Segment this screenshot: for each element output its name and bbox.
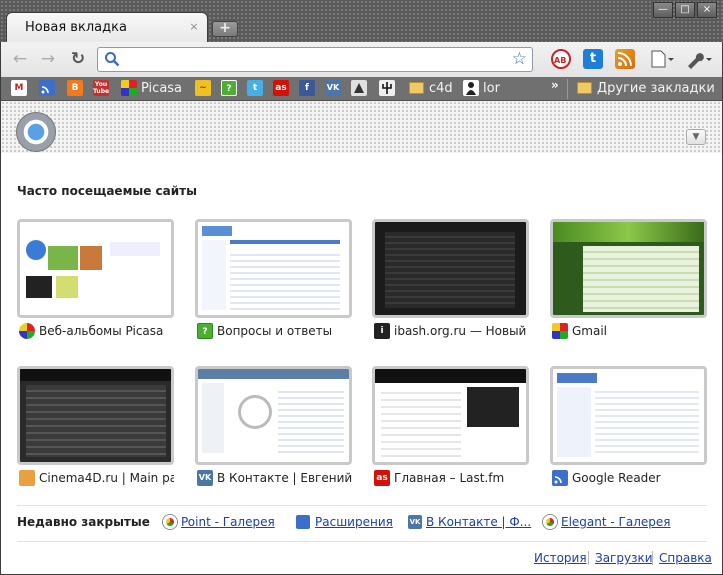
google-reader-favicon-icon — [552, 470, 568, 486]
site-title-picasa[interactable]: Веб-альбомы Picasa — [39, 324, 174, 338]
search-icon — [105, 52, 120, 67]
puzzle-icon — [296, 515, 310, 529]
omnibox[interactable]: ☆ — [97, 47, 533, 72]
picasa-favicon-icon — [19, 323, 35, 339]
rss-extension-icon[interactable] — [615, 49, 635, 69]
most-visited-title: Часто посещаемые сайты — [17, 184, 197, 198]
blogger-bookmark-icon[interactable]: B — [67, 80, 83, 96]
recent-link-vk[interactable]: В Контакте | Ф... — [426, 515, 531, 529]
thumbnail-ibash[interactable] — [372, 219, 529, 318]
site-title-gmail[interactable]: Gmail — [572, 324, 707, 338]
gmail-favicon-icon — [552, 323, 568, 339]
back-button[interactable]: ← — [9, 49, 31, 71]
reload-button[interactable]: ↻ — [67, 49, 89, 71]
thumbnail-gmail[interactable] — [550, 219, 707, 318]
bookmarks-overflow-chevron[interactable]: » — [551, 78, 559, 92]
vk-recent-icon: VK — [408, 515, 422, 529]
site-title-questions[interactable]: Вопросы и ответы — [217, 324, 352, 338]
thumbnail-picasa[interactable] — [17, 219, 174, 318]
bookmarks-separator — [567, 79, 568, 99]
page-options-dropdown[interactable]: ▼ — [686, 129, 706, 145]
bookmark-picasa[interactable]: Picasa — [141, 80, 182, 98]
chrome-favicon-icon — [163, 515, 177, 529]
bookmark-lor[interactable]: lor — [483, 80, 500, 98]
minimize-button[interactable]: — — [653, 2, 673, 18]
footer-separator — [588, 551, 589, 565]
lastfm-bookmark-icon[interactable]: as — [273, 80, 289, 96]
trident-bookmark-icon[interactable] — [379, 80, 395, 96]
tab-strip: Новая вкладка × + — □ × — [0, 0, 723, 42]
star-icon[interactable]: ☆ — [512, 49, 527, 69]
questions-bookmark-icon[interactable]: ? — [221, 80, 237, 96]
help-link[interactable]: Справка — [659, 551, 712, 565]
recent-link-extensions[interactable]: Расширения — [315, 515, 393, 529]
header-band — [1, 101, 722, 153]
facebook-bookmark-icon[interactable]: f — [299, 80, 315, 96]
toolbar: ← → ↻ ☆ AB t — [0, 42, 723, 77]
bookmark-folder-c4d[interactable]: c4d — [429, 80, 453, 98]
recent-link-point[interactable]: Point - Галерея — [181, 515, 275, 529]
folder-icon — [409, 82, 424, 94]
reader-bookmark-icon[interactable] — [39, 80, 55, 96]
adblock-icon[interactable]: AB — [551, 49, 571, 69]
thumbnail-vk[interactable] — [195, 366, 352, 465]
window-controls: — □ × — [653, 2, 717, 18]
cinema4d-favicon-icon — [19, 470, 35, 486]
divider — [17, 505, 707, 506]
vk-favicon-icon: VK — [197, 470, 213, 486]
wrench-icon[interactable] — [685, 49, 712, 69]
ibash-favicon-icon: i — [374, 323, 390, 339]
address-input[interactable] — [126, 51, 496, 69]
history-link[interactable]: История — [534, 551, 587, 565]
lastfm-favicon-icon: as — [374, 470, 390, 486]
chrome-favicon-icon — [543, 515, 557, 529]
picasa-bookmark-icon[interactable] — [121, 80, 137, 96]
divider — [17, 541, 707, 542]
other-bookmarks-folder-icon — [577, 82, 592, 94]
site-title-vk[interactable]: В Контакте | Евгений — [217, 471, 352, 485]
gmail-bookmark-icon[interactable]: M — [11, 80, 27, 96]
dark-bookmark-icon[interactable] — [351, 80, 367, 96]
questions-favicon-icon: ? — [197, 323, 213, 339]
site-title-ibash[interactable]: ibash.org.ru — Новый цитатник Рунета — [394, 324, 529, 338]
lor-bookmark-icon[interactable] — [463, 80, 479, 96]
vk-bookmark-icon[interactable]: VK — [325, 80, 341, 96]
site-title-lastfm[interactable]: Главная – Last.fm — [394, 471, 529, 485]
other-bookmarks[interactable]: Другие закладки — [597, 80, 715, 98]
new-tab-button[interactable]: + — [212, 21, 238, 37]
bookmark-icon-yellow[interactable]: ~ — [195, 80, 211, 96]
twitter-bookmark-icon[interactable]: t — [247, 80, 263, 96]
bookmarks-bar: M B You Tube Picasa ~ ? t as f VK c4d lo… — [0, 77, 723, 101]
chrome-logo-icon — [16, 112, 56, 152]
page-menu-icon[interactable] — [649, 49, 674, 69]
thumbnail-google-reader[interactable] — [550, 366, 707, 465]
site-title-google-reader[interactable]: Google Reader — [572, 471, 707, 485]
tab-title: Новая вкладка — [25, 20, 127, 35]
maximize-button[interactable]: □ — [675, 2, 695, 18]
close-window-button[interactable]: × — [697, 2, 717, 18]
thumbnail-questions[interactable] — [195, 219, 352, 318]
close-tab-icon[interactable]: × — [188, 21, 200, 33]
downloads-link[interactable]: Загрузки — [595, 551, 653, 565]
svg-text:AB: AB — [554, 56, 566, 65]
twitter-extension-icon[interactable]: t — [583, 49, 603, 69]
thumbnail-lastfm[interactable] — [372, 366, 529, 465]
footer-separator — [652, 551, 653, 565]
forward-button[interactable]: → — [37, 49, 59, 71]
recent-link-elegant[interactable]: Elegant - Галерея — [561, 515, 670, 529]
recently-closed-title: Недавно закрытые — [17, 515, 150, 529]
thumbnail-cinema4d[interactable] — [17, 366, 174, 465]
site-title-cinema4d[interactable]: Cinema4D.ru | Main page — [39, 471, 174, 485]
new-tab-page: ▼ Часто посещаемые сайты Веб-альбомы Pic… — [0, 101, 723, 575]
tab-new-tab[interactable]: Новая вкладка × — [6, 12, 208, 42]
youtube-bookmark-icon[interactable]: You Tube — [93, 80, 109, 96]
